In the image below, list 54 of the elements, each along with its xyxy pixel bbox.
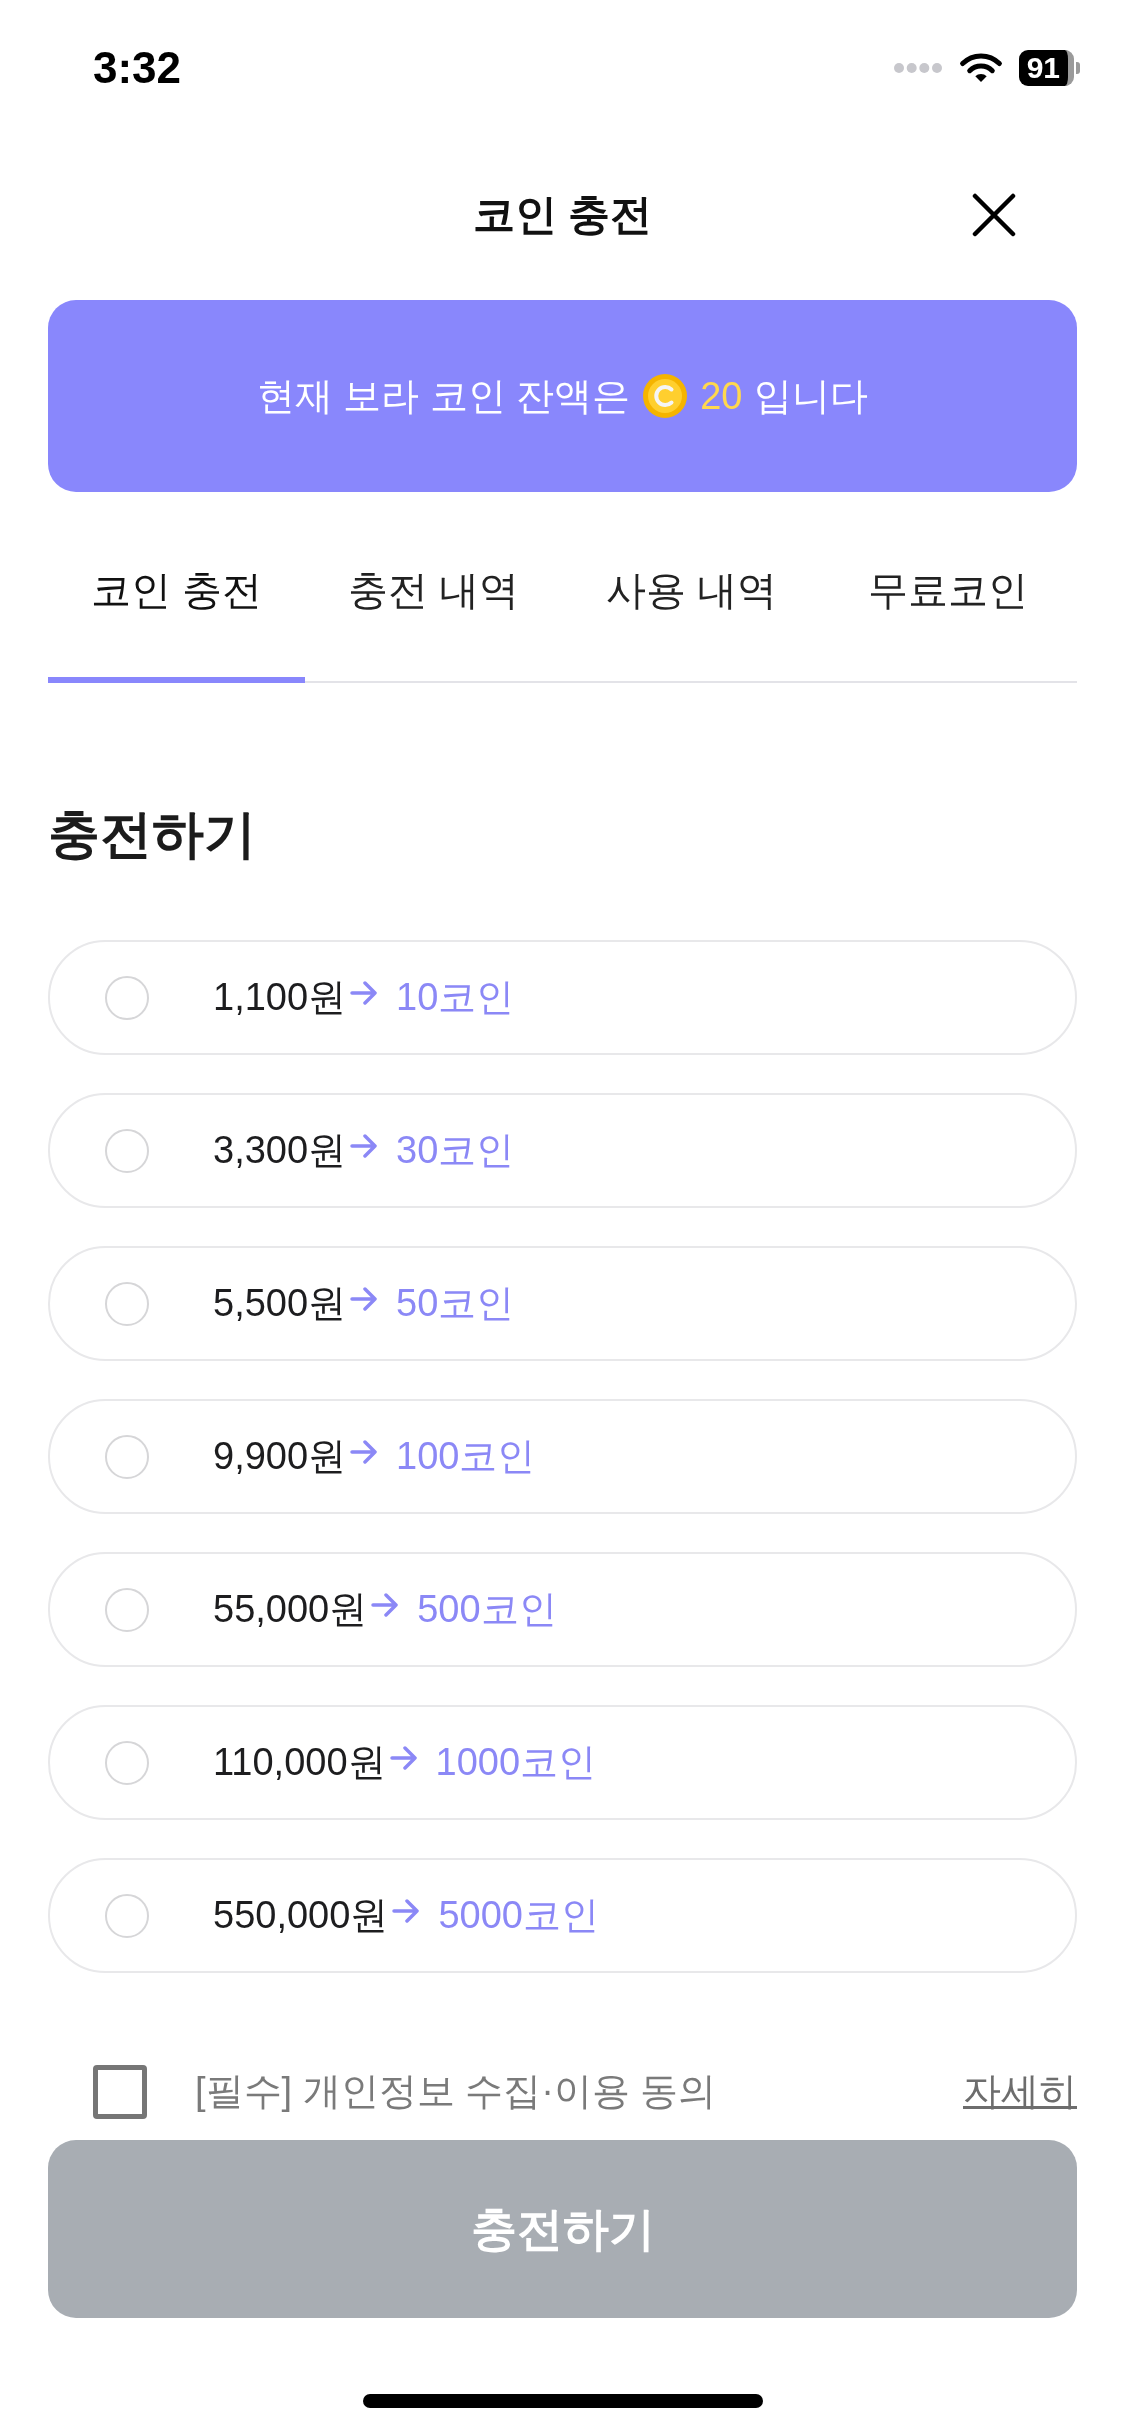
radio-button[interactable] bbox=[105, 1281, 149, 1326]
screen-title: 코인 충전 bbox=[472, 189, 653, 240]
arrow-icon bbox=[350, 1286, 379, 1311]
tab[interactable]: 충전 내역 bbox=[305, 532, 563, 683]
radio-button[interactable] bbox=[105, 1128, 149, 1173]
charge-option[interactable]: 1,100원 10코인 bbox=[48, 940, 1077, 1055]
coin-amount-text: 30코인 bbox=[396, 1127, 515, 1173]
price-text: 1,100원 bbox=[213, 974, 347, 1020]
price-text: 110,000원 bbox=[213, 1739, 386, 1785]
charge-option[interactable]: 55,000원 500코인 bbox=[48, 1552, 1077, 1667]
signal-dots-icon bbox=[892, 62, 943, 74]
coin-icon bbox=[642, 373, 689, 419]
arrow-icon bbox=[392, 1898, 421, 1923]
charge-option[interactable]: 110,000원 1000코인 bbox=[48, 1705, 1077, 1820]
radio-button[interactable] bbox=[105, 1587, 149, 1632]
coin-amount-text: 500코인 bbox=[417, 1586, 557, 1632]
price-text: 3,300원 bbox=[213, 1127, 347, 1173]
wifi-icon bbox=[958, 52, 1003, 84]
coin-amount-text: 100코인 bbox=[396, 1433, 536, 1479]
charge-option[interactable]: 9,900원 100코인 bbox=[48, 1399, 1077, 1514]
balance-text: 현재 보라 코인 잔액은 bbox=[256, 373, 631, 419]
section-heading: 충전하기 bbox=[48, 804, 257, 865]
arrow-icon bbox=[350, 1133, 379, 1158]
arrow-icon bbox=[350, 1439, 379, 1464]
coin-amount-text: 10코인 bbox=[396, 974, 515, 1020]
coin-amount-text: 50코인 bbox=[396, 1280, 515, 1326]
balance-text: 입니다 bbox=[754, 373, 869, 419]
radio-button[interactable] bbox=[105, 975, 149, 1020]
price-text: 9,900원 bbox=[213, 1433, 347, 1479]
details-link[interactable]: 자세히 bbox=[963, 2069, 1077, 2115]
radio-button[interactable] bbox=[105, 1740, 149, 1785]
tab[interactable]: 사용 내역 bbox=[562, 532, 820, 683]
price-text: 550,000원 bbox=[213, 1892, 389, 1938]
status-time: 3:32 bbox=[93, 46, 182, 90]
radio-button[interactable] bbox=[105, 1893, 149, 1938]
price-text: 55,000원 bbox=[213, 1586, 368, 1632]
consent-label: [필수] 개인정보 수집·이용 동의 bbox=[195, 2069, 717, 2115]
tab[interactable]: 무료코인 bbox=[819, 532, 1077, 683]
price-text: 5,500원 bbox=[213, 1280, 347, 1326]
charge-option[interactable]: 5,500원 50코인 bbox=[48, 1246, 1077, 1361]
close-icon bbox=[972, 193, 1016, 237]
charge-option[interactable]: 550,000원 5000코인 bbox=[48, 1858, 1077, 1973]
checkbox[interactable] bbox=[93, 2065, 147, 2119]
battery-indicator: 91 bbox=[1018, 50, 1080, 86]
coin-amount-text: 5000코인 bbox=[438, 1892, 599, 1938]
arrow-icon bbox=[389, 1745, 418, 1770]
close-button[interactable] bbox=[972, 193, 1016, 237]
tab[interactable]: 코인 충전 bbox=[48, 532, 306, 683]
balance-amount: 20 bbox=[700, 373, 743, 419]
arrow-icon bbox=[350, 980, 379, 1005]
radio-button[interactable] bbox=[105, 1434, 149, 1479]
arrow-icon bbox=[371, 1592, 400, 1617]
charge-option[interactable]: 3,300원 30코인 bbox=[48, 1093, 1077, 1208]
coin-amount-text: 1000코인 bbox=[435, 1739, 597, 1785]
